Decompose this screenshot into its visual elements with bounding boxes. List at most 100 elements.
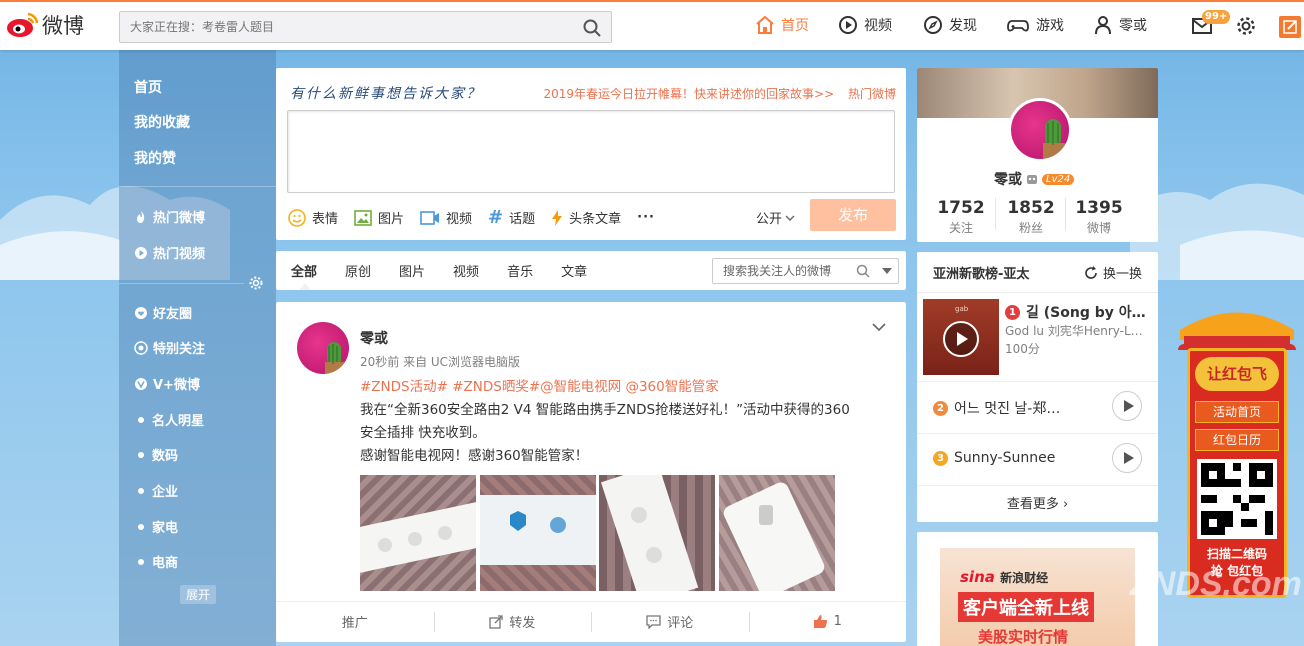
- tool-more[interactable]: ···: [637, 207, 655, 228]
- tool-video[interactable]: 视频: [420, 207, 472, 228]
- ad-banner[interactable]: sina 新浪财经 客户端全新上线 美股实时行情: [940, 548, 1135, 646]
- ad-card[interactable]: sina 新浪财经 客户端全新上线 美股实时行情: [917, 532, 1158, 646]
- tool-image[interactable]: 图片: [354, 207, 404, 228]
- caret-down-icon[interactable]: [882, 268, 892, 275]
- sidebar-item-special-follow[interactable]: 特别关注: [134, 338, 205, 357]
- tab-images[interactable]: 图片: [399, 261, 425, 280]
- sidebar-item-home[interactable]: 首页: [134, 77, 162, 97]
- promo-link[interactable]: 2019年春运今日拉开帷幕！快来讲述你的回家故事>>: [544, 87, 835, 101]
- publish-button[interactable]: 发布: [810, 199, 896, 231]
- sidebar-item-ecommerce[interactable]: 电商: [134, 552, 178, 571]
- bullet-dot: [138, 416, 144, 423]
- song-1-artist[interactable]: God lu 刘宪华Henry-L…: [1005, 322, 1143, 339]
- sidebar-item-hot-video[interactable]: 热门视频: [134, 243, 205, 262]
- hot-weibo-link[interactable]: 热门微博: [848, 87, 896, 101]
- gear-icon[interactable]: [1236, 16, 1256, 36]
- song-1-title: 길 (Song by 아…: [1026, 305, 1146, 321]
- sidebar-item-celebrities[interactable]: 名人明星: [134, 410, 204, 429]
- sidebar-settings-gear-icon[interactable]: [249, 276, 263, 290]
- nav-home[interactable]: 首页: [755, 15, 809, 35]
- song-2-play-button[interactable]: [1112, 391, 1142, 421]
- ad-brand: sina 新浪财经: [960, 568, 1048, 586]
- tab-all[interactable]: 全部: [291, 261, 317, 280]
- red-packet-panel: 让红包飞 活动首页 红包日历 扫描二维码 抢 包红包: [1187, 348, 1287, 598]
- tool-topic-label: 话题: [509, 212, 536, 227]
- sidebar-item-digital[interactable]: 数码: [134, 445, 178, 464]
- chart-title: 亚洲新歌榜-亚太: [933, 267, 1030, 282]
- repost-button[interactable]: 转发: [433, 602, 592, 641]
- refresh-button[interactable]: 换一换: [1084, 263, 1142, 282]
- nav-discover[interactable]: 发现: [923, 15, 977, 35]
- post-image-4[interactable]: [719, 475, 835, 591]
- sidebar-item-hot-weibo[interactable]: 热门微博: [134, 207, 205, 226]
- post-author-name[interactable]: 零或: [360, 328, 388, 348]
- tab-videos[interactable]: 视频: [453, 261, 479, 280]
- cactus-image: [325, 342, 345, 374]
- post-hashtags[interactable]: #ZNDS活动# #ZNDS晒奖#@智能电视网 @360智能管家: [360, 376, 895, 399]
- see-more-link[interactable]: 查看更多 ›: [917, 493, 1158, 512]
- song-3-play-button[interactable]: [1112, 443, 1142, 473]
- profile-avatar[interactable]: [1008, 98, 1072, 162]
- comment-button[interactable]: 评论: [591, 602, 749, 641]
- tab-original[interactable]: 原创: [345, 261, 371, 280]
- activity-home-button[interactable]: 活动首页: [1195, 401, 1279, 423]
- lantern-roof-decoration: [1178, 312, 1296, 350]
- sidebar-item-likes[interactable]: 我的赞: [134, 148, 176, 168]
- profile-name[interactable]: 零或: [994, 169, 1022, 189]
- divider: [917, 292, 1158, 293]
- nav-games[interactable]: 游戏: [1006, 15, 1064, 35]
- rank-badge: 3: [933, 450, 948, 466]
- sidebar-item-label: 电商: [152, 556, 179, 571]
- play-circle-icon: [135, 246, 147, 259]
- global-search-input[interactable]: [120, 12, 560, 42]
- stat-following[interactable]: 1752 关注: [921, 198, 1001, 236]
- song-1-title-row[interactable]: 1 길 (Song by 아…: [1005, 302, 1146, 322]
- visibility-select[interactable]: 公开: [756, 208, 795, 227]
- bullet-dot: [138, 558, 144, 565]
- album-cover[interactable]: gab: [923, 299, 999, 375]
- sidebar-expand-button[interactable]: 展开: [180, 585, 217, 604]
- post-image-2[interactable]: [480, 475, 596, 591]
- stat-posts[interactable]: 1395 微博: [1059, 198, 1139, 236]
- feed-search-input[interactable]: 搜索我关注人的微博: [712, 258, 899, 284]
- pencil-icon: [1283, 20, 1297, 34]
- composer-textarea[interactable]: [287, 110, 895, 193]
- tool-emoji[interactable]: 表情: [288, 207, 338, 228]
- sidebar-item-favorites[interactable]: 我的收藏: [134, 112, 190, 132]
- nav-profile[interactable]: 零或: [1093, 15, 1147, 35]
- promote-button[interactable]: 推广: [276, 602, 434, 641]
- tool-article[interactable]: 头条文章: [551, 207, 621, 228]
- weibo-logo[interactable]: 微博: [6, 10, 84, 40]
- song-3-row[interactable]: 3 Sunny-Sunnee: [933, 450, 1055, 466]
- red-packet-calendar-button[interactable]: 红包日历: [1195, 429, 1279, 451]
- bullet-dot: [138, 523, 144, 530]
- song-2-row[interactable]: 2 어느 멋진 날-郑…: [933, 398, 1060, 418]
- tab-articles[interactable]: 文章: [561, 261, 587, 280]
- sidebar-item-enterprise[interactable]: 企业: [134, 481, 178, 500]
- like-button[interactable]: 1: [748, 602, 907, 641]
- sidebar-item-appliances[interactable]: 家电: [134, 517, 178, 536]
- sidebar-item-vplus[interactable]: V+微博: [134, 374, 200, 393]
- home-icon: [755, 15, 775, 35]
- red-packet-widget[interactable]: 让红包飞 活动首页 红包日历 扫描二维码 抢 包红包: [1170, 300, 1304, 600]
- level-badge: Lv24: [1042, 173, 1075, 185]
- search-icon[interactable]: [856, 264, 870, 278]
- post-composer: 有什么新鲜事想告诉大家？ 2019年春运今日拉开帷幕！快来讲述你的回家故事>> …: [276, 68, 906, 240]
- profile-card: 零或 Lv24 1752 关注 1852 粉丝 1395 微博: [917, 68, 1158, 242]
- tool-topic[interactable]: # 话题: [488, 207, 535, 228]
- v-circle-icon: [135, 377, 147, 390]
- post-image-3[interactable]: [599, 475, 715, 591]
- compose-button[interactable]: [1279, 16, 1301, 38]
- author-avatar[interactable]: [297, 322, 349, 374]
- post-image-1[interactable]: [360, 475, 476, 591]
- play-overlay[interactable]: [943, 321, 979, 357]
- tool-image-label: 图片: [378, 212, 405, 227]
- nav-video[interactable]: 视频: [838, 15, 892, 35]
- search-icon[interactable]: [583, 19, 601, 37]
- sidebar-item-label: 名人明星: [152, 414, 205, 429]
- chevron-down-icon[interactable]: [872, 322, 886, 332]
- sidebar-item-friends-circle[interactable]: 好友圈: [134, 303, 192, 322]
- ad-brand-name: 新浪财经: [1000, 571, 1049, 585]
- repost-label: 转发: [509, 616, 536, 631]
- tab-music[interactable]: 音乐: [507, 261, 533, 280]
